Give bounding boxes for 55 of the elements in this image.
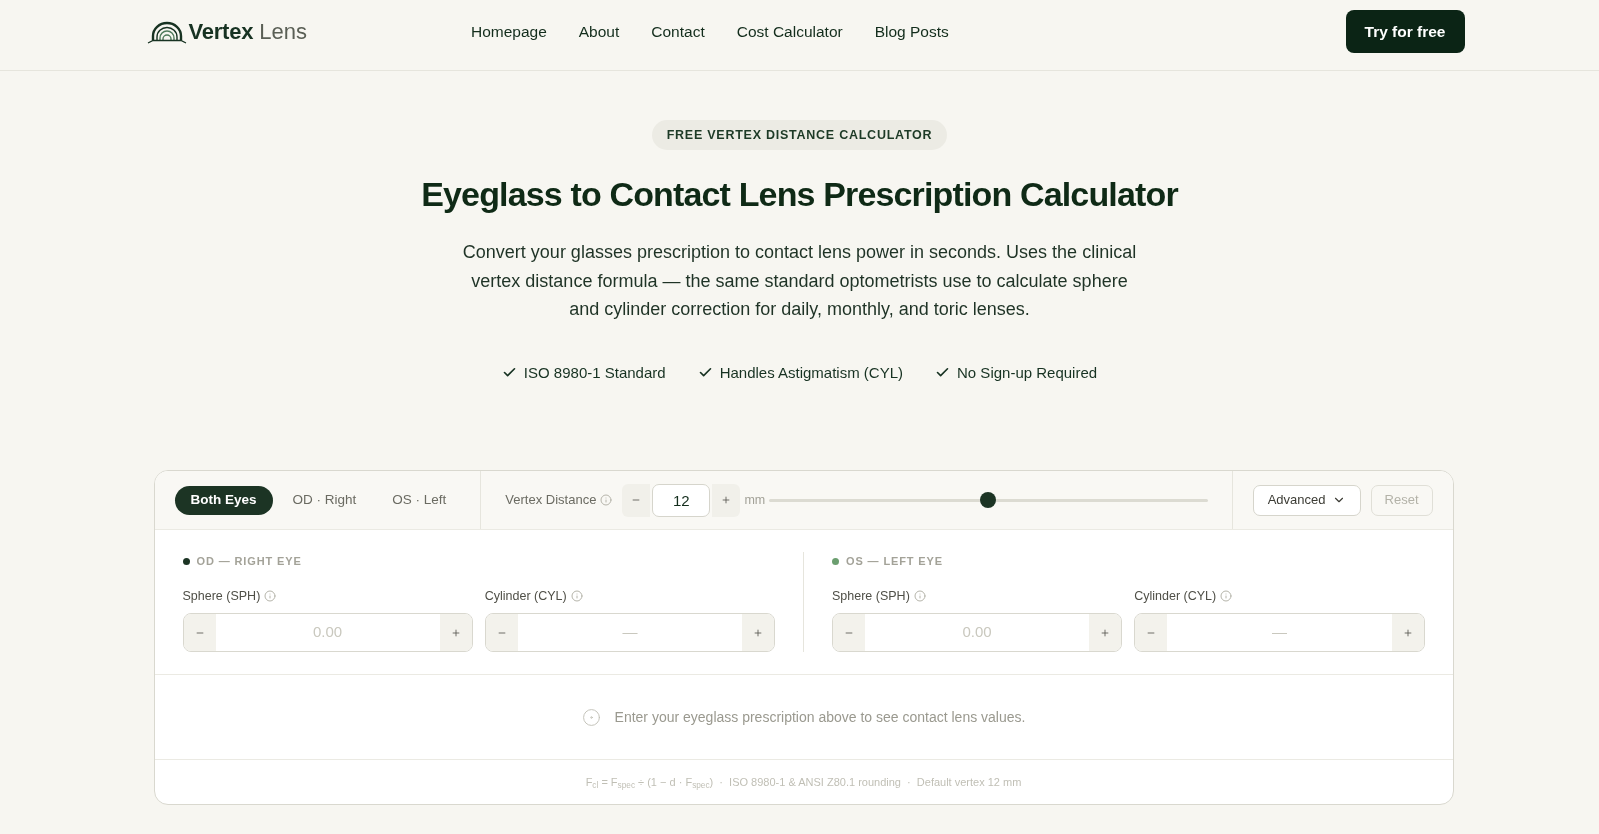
slider-thumb[interactable] bbox=[980, 492, 997, 508]
field-label: Sphere (SPH) bbox=[832, 587, 910, 605]
number-stepper[interactable]: 0.00 bbox=[832, 613, 1123, 652]
page-title: Eyeglass to Contact Lens Prescription Calculator bbox=[421, 174, 1178, 215]
info-icon[interactable] bbox=[1220, 590, 1233, 602]
decrement-button[interactable] bbox=[183, 614, 216, 651]
field-label: Cylinder (CYL) bbox=[1134, 587, 1217, 605]
eye-section-label: OD — RIGHT EYE bbox=[196, 553, 302, 569]
increment-button[interactable] bbox=[742, 614, 774, 651]
arch-logo-icon bbox=[146, 19, 187, 44]
advanced-dropdown[interactable]: Advanced bbox=[1252, 484, 1361, 516]
increment-button[interactable] bbox=[439, 614, 472, 651]
eye-tab[interactable]: OD · Right bbox=[276, 485, 373, 515]
circle-dot-icon bbox=[581, 707, 601, 727]
info-icon[interactable] bbox=[264, 590, 277, 602]
feature-text: ISO 8980-1 Standard bbox=[523, 362, 666, 383]
field-label: Cylinder (CYL) bbox=[484, 587, 567, 605]
plus-icon bbox=[1100, 627, 1111, 638]
unit-label: mm bbox=[744, 491, 766, 509]
formula-footnote: F$_{cl}$ = F$_{spec}$ ÷ (1 − d · F$_{spec}$) · ISO 8980-1 & ANSI Z80.1 rounding · Default vertex 12 mm bbox=[585, 774, 1022, 791]
empty-state-message: Enter your eyeglass prescription above to see contact lens values. bbox=[614, 707, 1026, 727]
eye-tab[interactable]: Both Eyes bbox=[174, 485, 273, 515]
cta-button[interactable]: Try for free bbox=[1345, 10, 1465, 53]
plus-icon bbox=[721, 495, 732, 505]
decrement-button[interactable] bbox=[833, 614, 865, 651]
feature-text: No Sign-up Required bbox=[957, 362, 1098, 383]
hero-description: Convert your glasses prescription to contact lens power in seconds. Uses the clinical vertex distance formula — the same standard optometrists use to calculate sphere and cylinder correction for daily, monthly, and toric lenses. bbox=[461, 241, 1138, 321]
hero-badge: FREE VERTEX DISTANCE CALCULATOR bbox=[651, 120, 948, 150]
decrement-button[interactable] bbox=[485, 614, 518, 651]
logo-link[interactable]: Vertex Lens bbox=[146, 19, 307, 44]
decrement-button[interactable] bbox=[1135, 614, 1168, 651]
nav-link[interactable]: Blog Posts bbox=[874, 19, 949, 44]
number-stepper[interactable]: 0.00 bbox=[182, 613, 473, 652]
feature-text: Handles Astigmatism (CYL) bbox=[719, 362, 904, 383]
nav-link[interactable]: Cost Calculator bbox=[736, 19, 843, 44]
info-icon[interactable] bbox=[913, 590, 926, 602]
number-stepper[interactable]: — bbox=[1134, 613, 1425, 652]
plus-icon bbox=[450, 627, 461, 638]
eye-tab[interactable]: OS · Left bbox=[376, 485, 463, 515]
vertex-distance-label: Vertex Distance bbox=[505, 491, 597, 510]
nav-link[interactable]: Homepage bbox=[470, 19, 547, 44]
info-icon[interactable] bbox=[600, 494, 613, 506]
plus-icon bbox=[1402, 627, 1413, 638]
number-stepper[interactable]: — bbox=[484, 613, 775, 652]
plus-icon bbox=[753, 627, 763, 638]
increment-button[interactable] bbox=[1089, 614, 1122, 651]
increment-button[interactable] bbox=[1391, 614, 1424, 651]
nav-link[interactable]: About bbox=[578, 19, 620, 44]
nav-link[interactable]: Contact bbox=[651, 19, 705, 44]
field-label: Sphere (SPH) bbox=[182, 587, 261, 605]
info-icon[interactable] bbox=[570, 590, 583, 602]
eye-section-label: OS — LEFT EYE bbox=[846, 553, 943, 569]
vertex-distance-input[interactable]: 12 bbox=[652, 483, 711, 517]
decrement-button[interactable] bbox=[622, 483, 651, 517]
increment-button[interactable] bbox=[712, 483, 741, 517]
